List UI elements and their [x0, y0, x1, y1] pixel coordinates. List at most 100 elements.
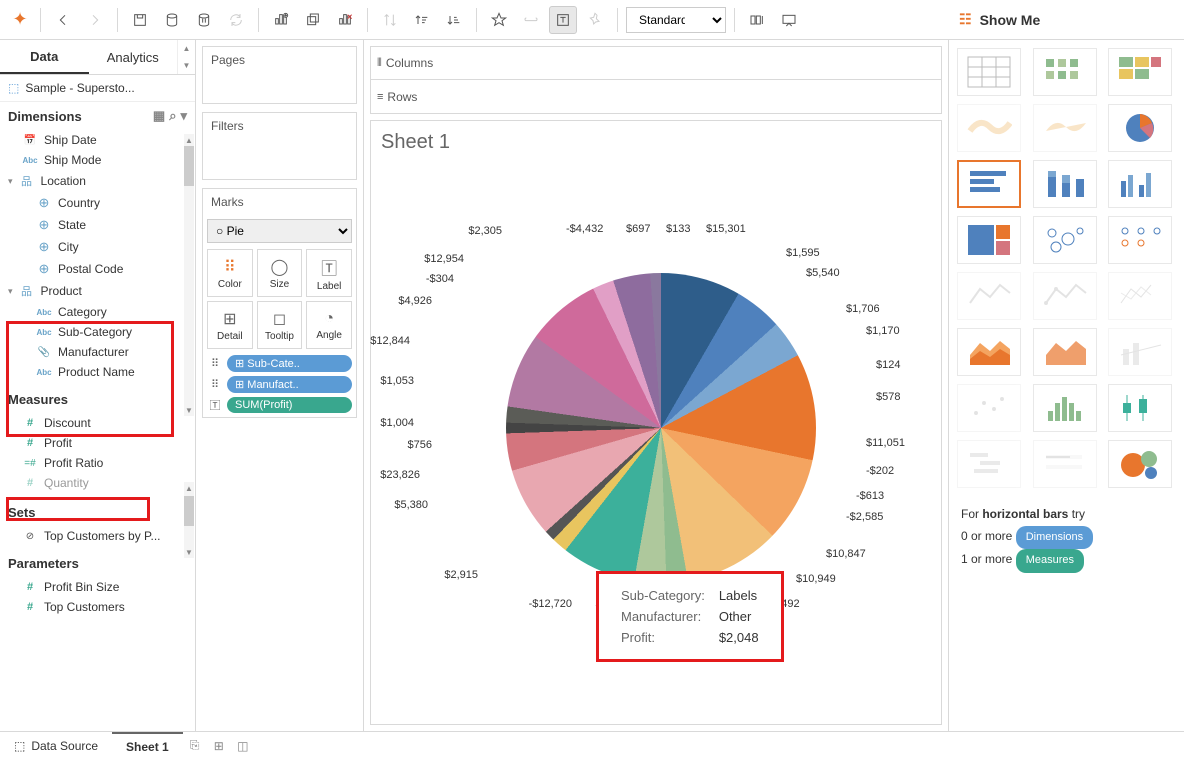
showme-panel: ☷ Show Me: [948, 40, 1184, 731]
field-ship-mode[interactable]: AbcShip Mode: [0, 150, 195, 170]
pin-button[interactable]: [581, 6, 609, 34]
chart-scatter[interactable]: [957, 384, 1021, 432]
field-postal[interactable]: Postal Code: [0, 258, 195, 280]
field-profit[interactable]: Profit: [0, 433, 195, 453]
mark-type-select[interactable]: ○ Pie: [207, 219, 352, 243]
chart-bullet[interactable]: [1033, 440, 1097, 488]
pause-button[interactable]: [190, 6, 218, 34]
field-location[interactable]: ▾Location: [0, 170, 195, 192]
chart-side-circle[interactable]: [1108, 216, 1172, 264]
swap-button[interactable]: [376, 6, 404, 34]
pie-chart[interactable]: $2,305-$4,432$697$133$15,301$1,595$5,540…: [446, 243, 866, 603]
view-as-icon[interactable]: ▦: [153, 108, 165, 124]
forward-button[interactable]: [81, 6, 109, 34]
pie-label: $124: [876, 359, 900, 371]
chart-horizontal-bar[interactable]: [957, 160, 1021, 208]
chart-box-plot[interactable]: [1108, 384, 1172, 432]
group-button[interactable]: [517, 6, 545, 34]
field-product-name[interactable]: AbcProduct Name: [0, 362, 195, 382]
pie-label: $697: [626, 223, 650, 235]
pill-manufacturer[interactable]: ⊞ Manufact..: [227, 376, 352, 393]
tab-arrows[interactable]: ▲▼: [177, 40, 195, 74]
mark-tooltip-button[interactable]: ◻Tooltip: [257, 301, 303, 349]
chart-pie[interactable]: [1108, 104, 1172, 152]
rows-shelf[interactable]: ≡Rows: [370, 80, 942, 114]
chart-packed-bubble[interactable]: [1108, 440, 1172, 488]
tab-analytics[interactable]: Analytics: [89, 40, 178, 74]
measures-scrollbar[interactable]: ▲▼: [184, 482, 194, 558]
chart-area-cont[interactable]: [957, 328, 1021, 376]
mark-color-button[interactable]: ⠿Color: [207, 249, 253, 297]
new-sheet-icon[interactable]: ⎘: [183, 738, 207, 753]
presentation-button[interactable]: [775, 6, 803, 34]
chart-histogram[interactable]: [1033, 384, 1097, 432]
new-dashboard-icon[interactable]: ⊞: [207, 739, 231, 753]
chart-line-cont[interactable]: [957, 272, 1021, 320]
chart-area-disc[interactable]: [1033, 328, 1097, 376]
field-subcategory[interactable]: AbcSub-Category: [0, 322, 195, 342]
field-product[interactable]: ▾Product: [0, 280, 195, 302]
pill-subcategory[interactable]: ⊞ Sub-Cate..: [227, 355, 352, 372]
duplicate-sheet-button[interactable]: [299, 6, 327, 34]
field-country[interactable]: Country: [0, 192, 195, 214]
tab-data[interactable]: Data: [0, 40, 89, 74]
chart-side-bar[interactable]: [1108, 160, 1172, 208]
chart-dual-combo[interactable]: [1108, 328, 1172, 376]
save-button[interactable]: [126, 6, 154, 34]
sheet-view[interactable]: Sheet 1 $2,305-$4,432$697$133$15,301$1,5…: [370, 120, 942, 725]
show-cards-button[interactable]: [743, 6, 771, 34]
chart-circle-view[interactable]: [1033, 216, 1097, 264]
chart-filled-map[interactable]: [1033, 104, 1097, 152]
back-button[interactable]: [49, 6, 77, 34]
pie-label: $12,954: [424, 253, 464, 265]
field-manufacturer[interactable]: Manufacturer: [0, 342, 195, 362]
mark-detail-button[interactable]: ⊞Detail: [207, 301, 253, 349]
pages-card[interactable]: Pages: [202, 46, 357, 104]
chart-symbol-map[interactable]: [957, 104, 1021, 152]
search-icon[interactable]: ⌕: [169, 108, 176, 124]
param-top-customers[interactable]: Top Customers: [0, 597, 195, 617]
cards-column: Pages Filters Marks ○ Pie ⠿Color ◯Size 🅃…: [196, 40, 364, 731]
mark-label-button[interactable]: 🅃Label: [306, 249, 352, 297]
chart-treemap[interactable]: [957, 216, 1021, 264]
fit-select[interactable]: Standard: [626, 7, 726, 33]
datasource-item[interactable]: ⬚Sample - Supersto...: [0, 75, 195, 102]
chart-heat-map[interactable]: [1033, 48, 1097, 96]
chart-line-disc[interactable]: [1033, 272, 1097, 320]
filters-card[interactable]: Filters: [202, 112, 357, 180]
sheet-title[interactable]: Sheet 1: [381, 131, 931, 154]
field-category[interactable]: AbcCategory: [0, 302, 195, 322]
sort-asc-button[interactable]: [408, 6, 436, 34]
chart-highlight-table[interactable]: [1108, 48, 1172, 96]
chart-text-table[interactable]: [957, 48, 1021, 96]
pie-label: $2,305: [468, 225, 502, 237]
mark-size-button[interactable]: ◯Size: [257, 249, 303, 297]
new-datasource-button[interactable]: [158, 6, 186, 34]
param-profit-bin[interactable]: Profit Bin Size: [0, 577, 195, 597]
chart-stacked-bar[interactable]: [1033, 160, 1097, 208]
pie-label: $133: [666, 223, 690, 235]
field-quantity[interactable]: Quantity: [0, 473, 195, 493]
text-button[interactable]: [549, 6, 577, 34]
field-state[interactable]: State: [0, 214, 195, 236]
highlight-button[interactable]: [485, 6, 513, 34]
mark-angle-button[interactable]: ◔Angle: [306, 301, 352, 349]
field-discount[interactable]: Discount: [0, 413, 195, 433]
refresh-button[interactable]: [222, 6, 250, 34]
chart-gantt[interactable]: [957, 440, 1021, 488]
chart-dual-line[interactable]: [1108, 272, 1172, 320]
new-story-icon[interactable]: ◫: [231, 739, 255, 753]
field-ship-date[interactable]: Ship Date: [0, 130, 195, 150]
new-worksheet-button[interactable]: [267, 6, 295, 34]
field-top-customers-set[interactable]: Top Customers by P...: [0, 526, 195, 546]
field-city[interactable]: City: [0, 236, 195, 258]
pill-profit[interactable]: SUM(Profit): [227, 397, 352, 413]
clear-sheet-button[interactable]: [331, 6, 359, 34]
columns-shelf[interactable]: ⦀Columns: [370, 46, 942, 80]
sort-desc-button[interactable]: [440, 6, 468, 34]
tab-data-source[interactable]: ⬚Data Source: [0, 732, 112, 759]
dimensions-scrollbar[interactable]: ▲▼: [184, 134, 194, 416]
tab-sheet1[interactable]: Sheet 1: [112, 732, 183, 759]
showme-header[interactable]: ☷ Show Me: [949, 0, 1184, 40]
field-profit-ratio[interactable]: =#Profit Ratio: [0, 453, 195, 473]
